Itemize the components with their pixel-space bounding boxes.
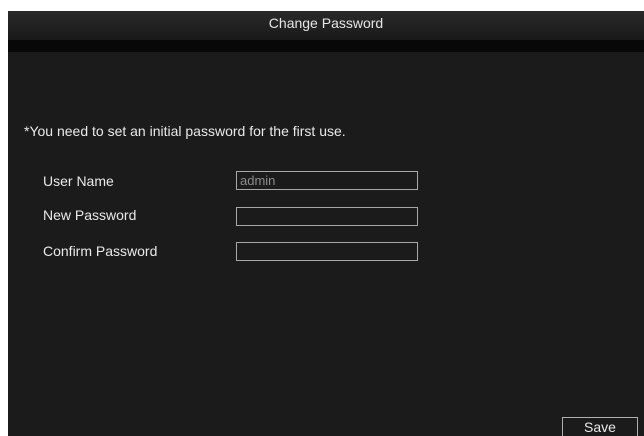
- user-name-label: User Name: [43, 173, 114, 189]
- initial-password-notice: *You need to set an initial password for…: [24, 123, 346, 139]
- user-name-field[interactable]: [236, 171, 418, 190]
- save-button[interactable]: Save: [562, 417, 638, 436]
- confirm-password-label: Confirm Password: [43, 243, 158, 259]
- change-password-dialog: Change Password *You need to set an init…: [8, 11, 644, 436]
- confirm-password-field[interactable]: [236, 242, 418, 261]
- new-password-label: New Password: [43, 207, 137, 223]
- dialog-title: Change Password: [268, 15, 384, 31]
- dialog-title-bar: Change Password: [8, 11, 644, 40]
- new-password-field[interactable]: [236, 207, 418, 226]
- title-separator-band: [8, 40, 644, 52]
